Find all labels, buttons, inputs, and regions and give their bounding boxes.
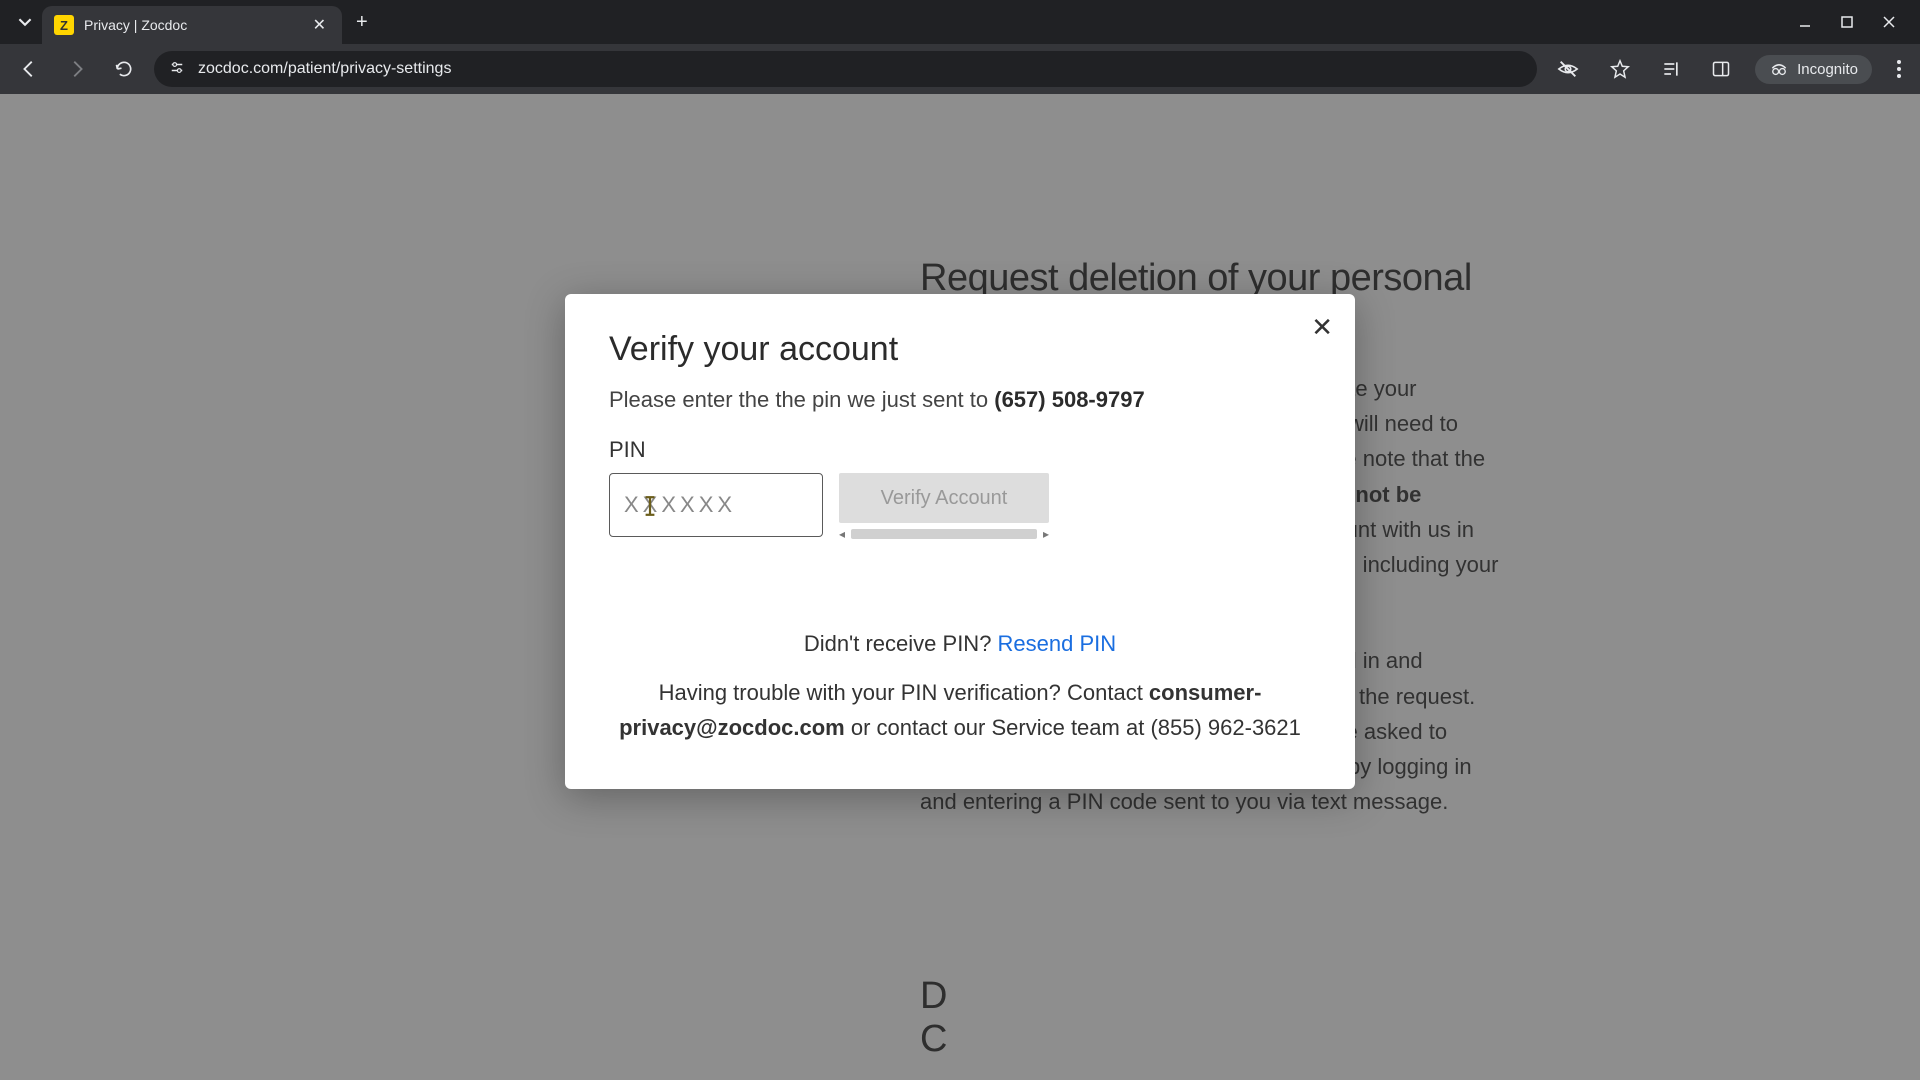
toolbar-actions: Incognito xyxy=(1551,52,1908,86)
site-settings-icon[interactable] xyxy=(168,60,186,78)
scroll-track[interactable] xyxy=(851,529,1037,539)
modal-title: Verify your account xyxy=(609,330,1311,369)
url-text: zocdoc.com/patient/privacy-settings xyxy=(198,60,451,78)
modal-footer: Didn't receive PIN? Resend PIN Having tr… xyxy=(609,631,1311,745)
resend-pin-link[interactable]: Resend PIN xyxy=(998,631,1117,656)
browser-toolbar: zocdoc.com/patient/privacy-settings Inco… xyxy=(0,44,1920,94)
reading-list-icon[interactable] xyxy=(1655,53,1687,85)
maximize-icon[interactable] xyxy=(1840,15,1854,29)
incognito-label: Incognito xyxy=(1797,61,1858,78)
reload-button[interactable] xyxy=(108,53,140,85)
back-button[interactable] xyxy=(12,52,46,86)
verify-account-button[interactable]: Verify Account xyxy=(839,473,1049,523)
minimize-icon[interactable] xyxy=(1798,15,1812,29)
modal-close-button[interactable]: ✕ xyxy=(1311,314,1333,340)
close-window-icon[interactable] xyxy=(1882,15,1896,29)
window-controls xyxy=(1798,15,1920,29)
pin-field-label: PIN xyxy=(609,437,1311,463)
bookmark-star-icon[interactable] xyxy=(1603,52,1637,86)
page-viewport: Contact our Service team Request deletio… xyxy=(0,94,1920,1080)
pin-row: Verify Account ◂ ▸ xyxy=(609,473,1311,541)
new-tab-button[interactable]: + xyxy=(342,11,382,34)
tab-favicon: Z xyxy=(54,15,74,35)
trouble-text: Having trouble with your PIN verificatio… xyxy=(609,675,1311,745)
modal-overlay[interactable]: ✕ Verify your account Please enter the t… xyxy=(0,94,1920,1080)
tab-close-icon[interactable]: ✕ xyxy=(309,13,330,37)
scroll-left-icon[interactable]: ◂ xyxy=(839,527,845,541)
pin-input[interactable] xyxy=(609,473,823,537)
scroll-hint: ◂ ▸ xyxy=(839,527,1049,541)
incognito-icon xyxy=(1769,61,1789,77)
side-panel-icon[interactable] xyxy=(1705,53,1737,85)
modal-description: Please enter the the pin we just sent to… xyxy=(609,387,1311,413)
tab-search-dropdown[interactable] xyxy=(8,15,42,29)
scroll-right-icon[interactable]: ▸ xyxy=(1043,527,1049,541)
browser-tab-strip: Z Privacy | Zocdoc ✕ + xyxy=(0,0,1920,44)
overflow-menu-icon[interactable] xyxy=(1890,53,1908,85)
incognito-badge[interactable]: Incognito xyxy=(1755,55,1872,84)
verify-account-modal: ✕ Verify your account Please enter the t… xyxy=(565,294,1355,789)
tab-strip: Z Privacy | Zocdoc ✕ + xyxy=(0,0,382,44)
tab-title: Privacy | Zocdoc xyxy=(84,17,299,33)
browser-tab[interactable]: Z Privacy | Zocdoc ✕ xyxy=(42,6,342,44)
service-phone: (855) 962-3621 xyxy=(1150,715,1300,740)
forward-button[interactable] xyxy=(60,52,94,86)
address-bar[interactable]: zocdoc.com/patient/privacy-settings xyxy=(154,51,1537,87)
resend-row: Didn't receive PIN? Resend PIN xyxy=(609,631,1311,657)
eye-off-icon[interactable] xyxy=(1551,52,1585,86)
